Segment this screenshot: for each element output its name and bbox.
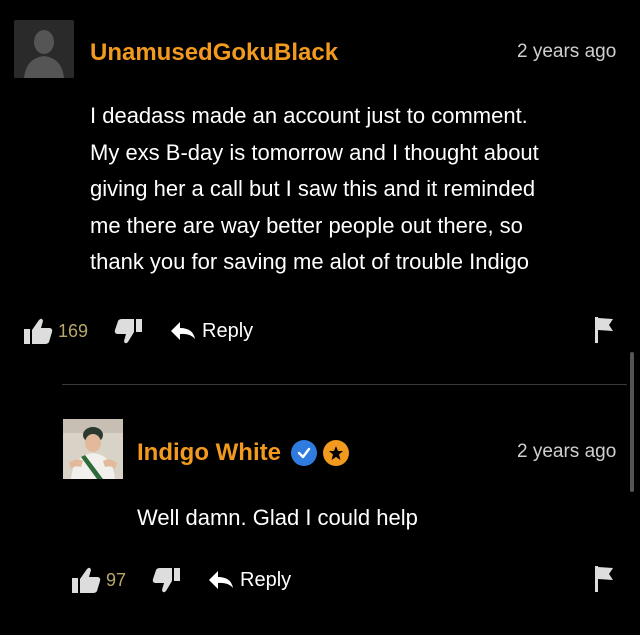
- thumbs-down-icon[interactable]: [152, 566, 182, 594]
- thumbs-up-icon[interactable]: [70, 565, 102, 595]
- comment-line: thank you for saving me alot of trouble …: [90, 249, 530, 274]
- reply-body: Well damn. Glad I could help: [137, 505, 418, 530]
- reply-avatar[interactable]: [63, 419, 123, 479]
- comment-line: giving her a call but I saw this and it …: [90, 176, 536, 201]
- comment-line: me there are way better people out there…: [90, 212, 523, 238]
- reply-actions: 97 Reply: [70, 563, 291, 597]
- comment-line: I deadass made an account just to commen…: [90, 103, 528, 128]
- reply-header: Indigo White: [137, 439, 349, 467]
- star-badge-icon: [322, 440, 349, 466]
- reply-label: Reply: [202, 319, 254, 342]
- comment-username[interactable]: UnamusedGokuBlack: [90, 39, 338, 67]
- thumbs-down-icon[interactable]: [114, 317, 144, 345]
- reply-arrow-icon: [170, 321, 202, 341]
- reply-reply-button[interactable]: Reply: [208, 569, 291, 592]
- reply-timestamp: 2 years ago: [517, 441, 617, 462]
- comment-timestamp: 2 years ago: [517, 41, 617, 62]
- scrollbar[interactable]: [630, 352, 634, 492]
- flag-icon[interactable]: [594, 565, 614, 598]
- comment-body: I deadass made an account just to commen…: [90, 98, 620, 281]
- comment-line: My exs B-day is tomorrow and I thought a…: [90, 139, 539, 165]
- reply-arrow-icon: [208, 570, 240, 590]
- flag-icon[interactable]: [594, 316, 614, 349]
- verified-check-icon: [290, 440, 317, 466]
- comment-actions: 169 Reply: [22, 314, 253, 348]
- thumbs-up-icon[interactable]: [22, 316, 54, 346]
- reply-label: Reply: [240, 568, 292, 591]
- reply-like-count: 97: [106, 569, 127, 590]
- thread-divider: [62, 384, 627, 385]
- comment-reply-button[interactable]: Reply: [170, 320, 253, 343]
- reply-username[interactable]: Indigo White: [137, 439, 281, 467]
- default-avatar-icon[interactable]: [14, 20, 74, 78]
- comment-like-count: 169: [58, 320, 89, 341]
